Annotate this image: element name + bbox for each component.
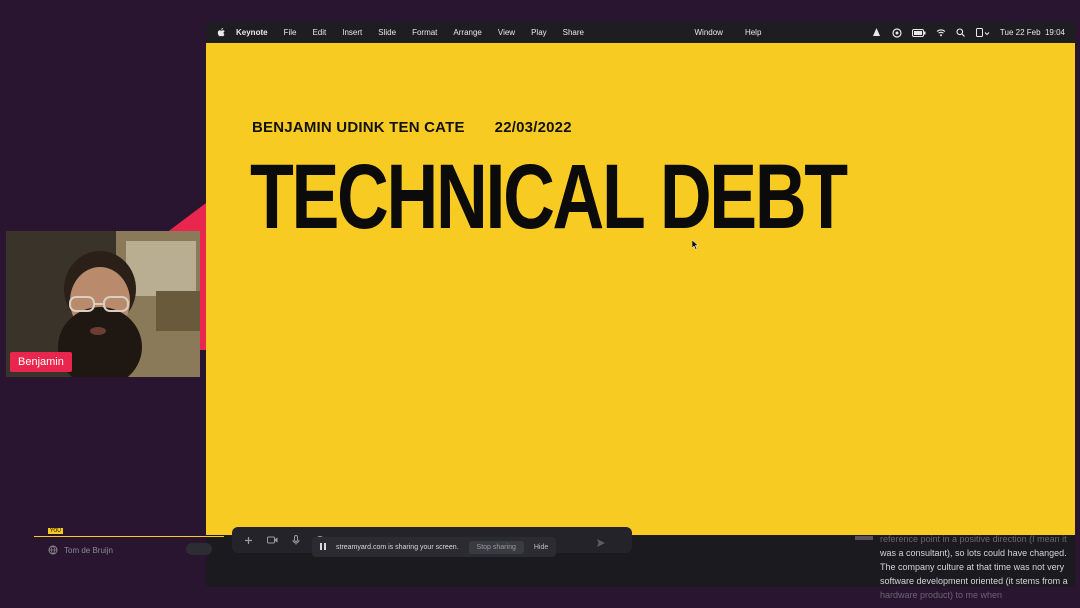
guest-toggle[interactable] (186, 543, 212, 555)
clock-datetime[interactable]: Tue 22 Feb 19:04 (1000, 28, 1065, 37)
menu-help[interactable]: Help (745, 28, 761, 37)
chat-line: hardware product) to me when (880, 590, 1003, 600)
cone-icon[interactable] (872, 28, 882, 38)
menu-view[interactable]: View (498, 28, 515, 37)
menu-insert[interactable]: Insert (342, 28, 362, 37)
chat-line: The company culture at that time was not… (880, 562, 1065, 572)
share-message: streamyard.com is sharing your screen. (336, 543, 459, 551)
target-icon[interactable] (892, 27, 902, 38)
camera-icon[interactable] (266, 534, 278, 546)
add-icon[interactable] (242, 534, 254, 546)
microphone-icon[interactable] (290, 534, 302, 546)
slide-date: 22/03/2022 (494, 119, 572, 136)
stop-sharing-button[interactable]: Stop sharing (468, 540, 524, 554)
slide-author: BENJAMIN UDINK TEN CATE (252, 119, 465, 136)
menu-arrange[interactable]: Arrange (453, 28, 481, 37)
slide-title: TECHNICAL DEBT (250, 146, 848, 248)
battery-icon[interactable] (911, 28, 926, 38)
menu-window[interactable]: Window (695, 28, 723, 37)
menu-slide[interactable]: Slide (378, 28, 396, 37)
mac-menubar: Keynote File Edit Insert Slide Format Ar… (206, 22, 1075, 43)
menu-share[interactable]: Share (563, 28, 584, 37)
chat-marker (855, 536, 873, 540)
menu-format[interactable]: Format (412, 28, 437, 37)
control-center-icon[interactable] (975, 28, 990, 38)
chat-line-faded: reference point in a positive direction … (880, 534, 1067, 544)
mouse-pointer-icon (691, 237, 699, 255)
send-icon[interactable] (596, 535, 606, 553)
chat-message: reference point in a positive direction … (880, 532, 1070, 602)
status-icons: Tue 22 Feb 19:04 (872, 27, 1065, 38)
chat-line: software development oriented (it stems … (880, 576, 1068, 586)
menu-edit[interactable]: Edit (312, 28, 326, 37)
chat-line: was a consultant), so lots could have ch… (880, 548, 1067, 558)
globe-icon (48, 545, 58, 555)
progress-line (34, 536, 224, 537)
wifi-icon[interactable] (936, 28, 946, 38)
apple-icon[interactable] (216, 28, 226, 37)
screen-share-notice: streamyard.com is sharing your screen. S… (312, 537, 557, 557)
you-badge: YOU (48, 528, 63, 534)
participant-nameplate: Benjamin (10, 352, 72, 372)
menu-file[interactable]: File (284, 28, 297, 37)
shared-screen: Keynote File Edit Insert Slide Format Ar… (206, 22, 1075, 587)
guest-name: Tom de Bruijn (64, 545, 113, 555)
slide-byline: BENJAMIN UDINK TEN CATE 22/03/2022 (252, 119, 572, 136)
hide-button[interactable]: Hide (534, 544, 548, 551)
keynote-slide: BENJAMIN UDINK TEN CATE 22/03/2022 TECHN… (206, 43, 1075, 535)
pause-icon[interactable] (320, 542, 326, 552)
menu-play[interactable]: Play (531, 28, 547, 37)
guest-row[interactable]: Tom de Bruijn (48, 545, 113, 555)
search-icon[interactable] (956, 28, 966, 38)
menu-app-name[interactable]: Keynote (236, 28, 268, 37)
